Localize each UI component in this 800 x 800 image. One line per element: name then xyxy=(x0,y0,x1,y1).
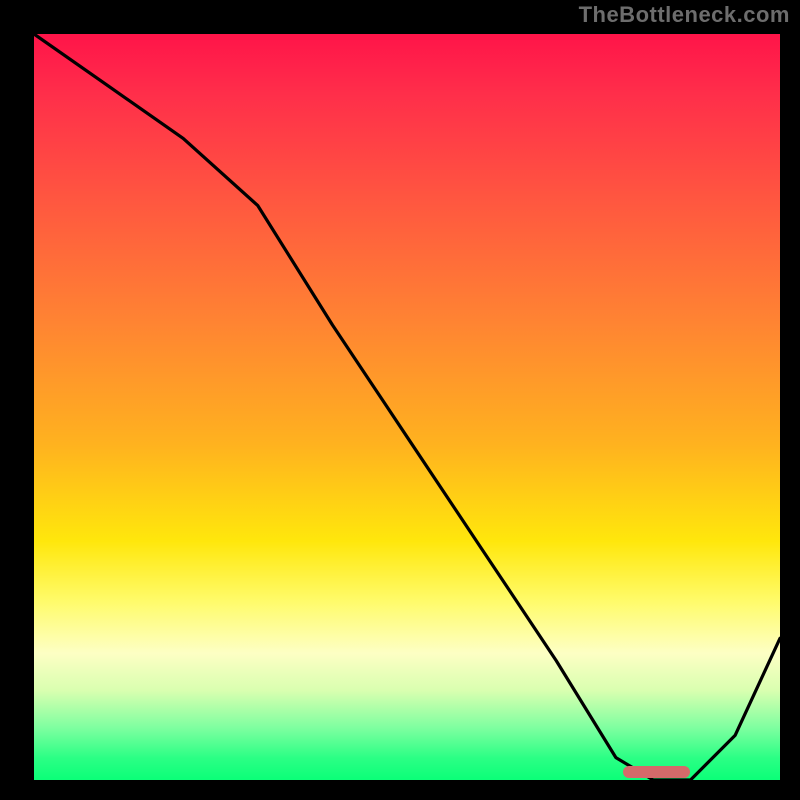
plot-area xyxy=(34,34,780,780)
optimal-range-marker xyxy=(623,766,690,778)
attribution-label: TheBottleneck.com xyxy=(579,2,790,28)
bottleneck-curve xyxy=(34,34,780,780)
curve-path xyxy=(34,34,780,780)
chart-frame: TheBottleneck.com xyxy=(0,0,800,800)
